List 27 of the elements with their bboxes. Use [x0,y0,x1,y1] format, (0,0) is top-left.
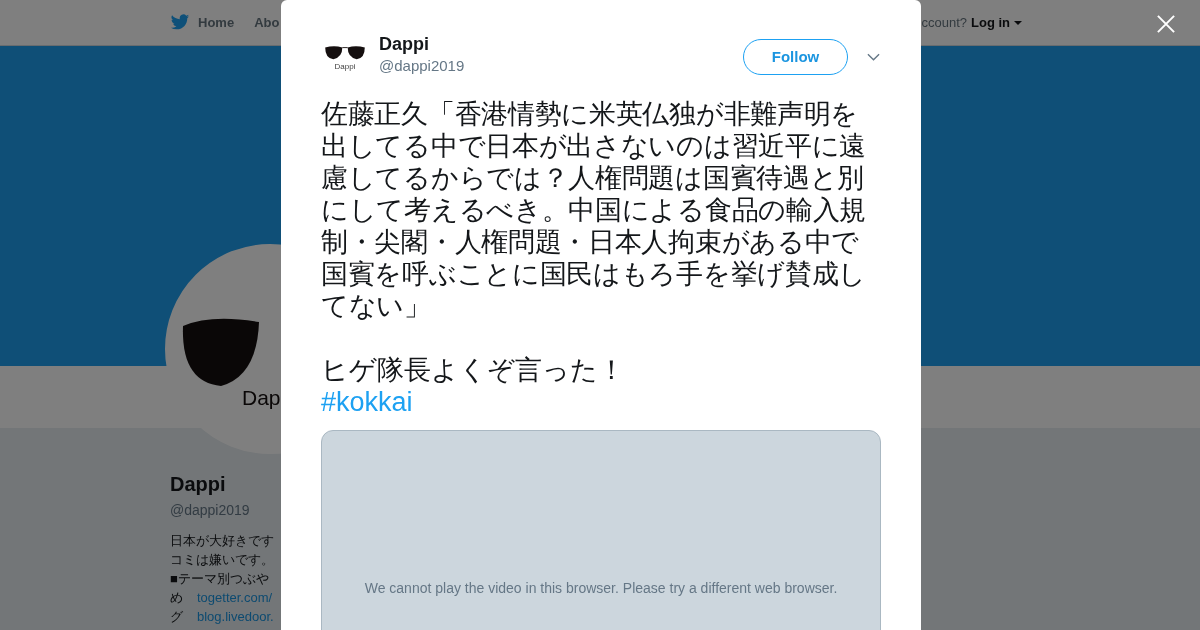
login-prompt: ccount? [921,13,967,32]
hashtag-link[interactable]: #kokkai [321,386,881,418]
sunglasses-lens-icon [181,316,261,388]
user-name: Dappi [379,32,430,55]
chevron-down-icon[interactable] [867,53,880,61]
logo-text: Dappi [334,61,356,71]
caret-icon [1014,20,1022,25]
nav-link[interactable]: Abo [254,12,280,33]
bio-link[interactable]: blog.livedoor. [197,607,274,626]
tweet-text: ヒゲ隊長よくぞ言った！ [321,354,626,386]
profile-name: Dappi [170,472,227,496]
tweet-text: 佐藤正久「香港情勢に米英仏独が非難声明を出してる中で日本が出さないのは習近平に遠慮してるからでは？人権問題は国賓待遇と別にして考えるべき。中国による食品の輸入規制・尖閣・人権問題・日本人拘束がある中で国賓を呼ぶことに国民はもろ手を挙げ賛成してない」 [321,98,867,322]
bio-link[interactable]: togetter.com/ [197,588,273,607]
bio-line: 日本が大好きです [170,532,275,550]
bio-line: め [170,589,183,607]
bird-icon [170,14,190,31]
sunglasses-icon [323,43,367,62]
login-link[interactable]: Log in [971,12,1022,33]
logo-text: Dap [242,386,281,410]
bio-line: コミは嫌いです。 [170,551,275,569]
video-message: We cannot play the video in this browser. Please try a different web browser. [364,579,838,596]
nav-link[interactable]: Home [170,12,235,33]
user-handle: @dappi2019 [379,55,465,76]
bio-line: ■テーマ別つぶや [170,570,270,588]
profile-handle: @dappi2019 [170,501,251,520]
bio-line: グ [170,608,183,626]
close-icon[interactable] [1157,15,1175,33]
